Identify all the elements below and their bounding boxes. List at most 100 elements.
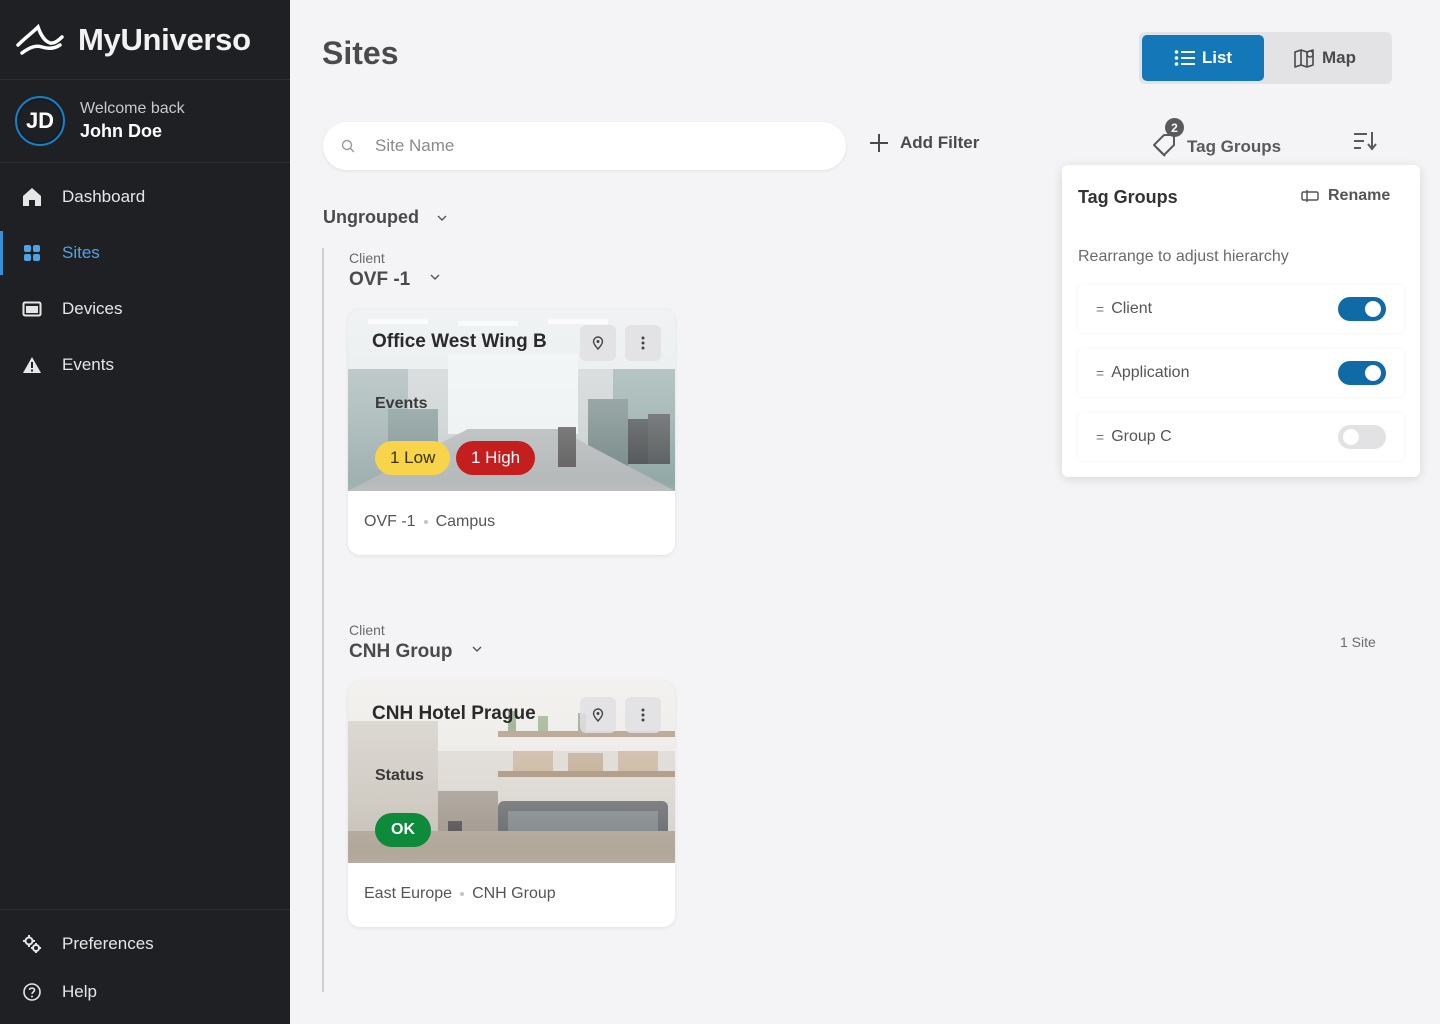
chevron-down-icon xyxy=(430,274,440,280)
tag-groups-button[interactable]: 2 Tag Groups xyxy=(1152,118,1281,158)
home-icon xyxy=(22,187,42,207)
toggle-knob xyxy=(1365,301,1381,317)
site-menu-button[interactable] xyxy=(625,325,661,361)
sidebar-nav: Dashboard Sites Devices Events xyxy=(0,163,290,393)
tree-line xyxy=(322,248,324,992)
sort-button[interactable] xyxy=(1353,130,1377,157)
client-name-text: CNH Group xyxy=(349,641,453,662)
rename-button[interactable]: Rename xyxy=(1301,187,1390,205)
sidebar-item-label: Devices xyxy=(62,299,123,318)
site-tag: OVF -1 xyxy=(364,513,416,530)
map-icon xyxy=(1294,49,1314,68)
tag-groups-panel-title: Tag Groups xyxy=(1078,187,1178,207)
rename-label: Rename xyxy=(1328,187,1391,204)
application-toggle[interactable] xyxy=(1338,361,1386,385)
site-card-cnh-hotel-prague[interactable]: CNH Hotel Prague Status OK East Europe C… xyxy=(348,681,675,927)
site-tag: East Europe xyxy=(364,885,453,902)
sidebar-item-label: Sites xyxy=(62,243,100,262)
brand-logo-icon xyxy=(16,23,64,55)
locate-site-button[interactable] xyxy=(580,697,616,733)
site-tags: East Europe CNH Group xyxy=(364,885,556,903)
site-card-office-west-wing-b[interactable]: Office West Wing B Events 1 Low 1 High O… xyxy=(348,309,675,555)
add-filter-label: Add Filter xyxy=(900,133,980,152)
drag-handle-icon[interactable]: = xyxy=(1096,366,1104,380)
high-events-badge[interactable]: 1 High xyxy=(456,441,536,475)
sidebar-item-label: Dashboard xyxy=(62,187,146,206)
help-icon xyxy=(22,982,42,1002)
ungrouped-header[interactable]: Ungrouped xyxy=(323,207,447,228)
site-tag: CNH Group xyxy=(472,885,556,902)
site-title: CNH Hotel Prague xyxy=(372,703,536,724)
status-ok-badge[interactable]: OK xyxy=(375,813,431,847)
tag-groups-panel: Tag Groups Rename Rearrange to adjust hi… xyxy=(1062,165,1420,477)
client-name-cnh[interactable]: CNH Group xyxy=(349,641,482,663)
list-icon xyxy=(1174,50,1195,66)
sidebar-bottom: Preferences Help xyxy=(0,909,290,1024)
sidebar-item-help[interactable]: Help xyxy=(0,968,290,1016)
sort-icon xyxy=(1354,132,1377,151)
add-filter-button[interactable]: Add Filter xyxy=(868,132,979,154)
list-view-label: List xyxy=(1201,48,1233,67)
rename-icon xyxy=(1301,190,1319,202)
sidebar-item-events[interactable]: Events xyxy=(0,337,290,393)
user-profile[interactable]: JD Welcome back John Doe xyxy=(0,80,290,163)
tag-groups-count-badge: 2 xyxy=(1165,118,1184,137)
gears-icon xyxy=(22,934,42,954)
map-view-label: Map xyxy=(1322,48,1356,67)
tag-group-label: Group C xyxy=(1111,428,1172,445)
page-title: Sites xyxy=(322,35,399,71)
warning-icon xyxy=(22,355,42,375)
sidebar-item-label: Help xyxy=(62,982,97,1001)
sidebar: MyUniverso JD Welcome back John Doe Dash… xyxy=(0,0,290,1024)
client-label: Client xyxy=(349,250,385,266)
toggle-knob xyxy=(1343,429,1359,445)
brand-name: MyUniverso xyxy=(78,21,251,57)
client-label: Client xyxy=(349,622,385,638)
tag-group-label: Client xyxy=(1111,300,1153,317)
sidebar-item-label: Preferences xyxy=(62,934,154,953)
separator-dot xyxy=(460,892,465,896)
low-events-badge[interactable]: 1 Low xyxy=(375,441,451,475)
device-icon xyxy=(22,299,42,319)
locate-site-button[interactable] xyxy=(580,325,616,361)
more-vertical-icon xyxy=(641,708,645,722)
tag-group-label: Application xyxy=(1111,364,1190,381)
drag-handle-icon[interactable]: = xyxy=(1096,302,1104,316)
search-icon xyxy=(341,139,355,153)
location-pin-icon xyxy=(592,336,604,350)
client-name-text: OVF -1 xyxy=(349,269,411,290)
welcome-text: Welcome back xyxy=(80,100,185,117)
chevron-down-icon xyxy=(472,646,482,652)
view-toggle: List Map xyxy=(1139,32,1392,84)
site-tag: Campus xyxy=(435,513,496,530)
sidebar-item-preferences[interactable]: Preferences xyxy=(0,920,290,968)
tag-group-item-client[interactable]: = Client xyxy=(1078,285,1404,333)
ungrouped-label: Ungrouped xyxy=(323,207,419,227)
group-c-toggle[interactable] xyxy=(1338,425,1386,449)
client-toggle[interactable] xyxy=(1338,297,1386,321)
avatar: JD xyxy=(15,96,65,146)
tag-group-item-application[interactable]: = Application xyxy=(1078,349,1404,397)
status-section-label: Status xyxy=(375,767,424,784)
drag-handle-icon[interactable]: = xyxy=(1096,430,1104,444)
site-title: Office West Wing B xyxy=(372,331,547,352)
events-section-label: Events xyxy=(375,395,428,412)
sidebar-item-label: Events xyxy=(62,355,114,374)
list-view-button[interactable]: List xyxy=(1142,35,1264,81)
tag-group-item-group-c[interactable]: = Group C xyxy=(1078,413,1404,461)
more-vertical-icon xyxy=(641,336,645,350)
map-view-button[interactable]: Map xyxy=(1264,35,1386,81)
sidebar-item-sites[interactable]: Sites xyxy=(0,225,290,281)
sidebar-item-dashboard[interactable]: Dashboard xyxy=(0,169,290,225)
tag-groups-label: Tag Groups xyxy=(1187,137,1282,156)
brand[interactable]: MyUniverso xyxy=(0,0,290,80)
separator-dot xyxy=(423,520,428,524)
sidebar-item-devices[interactable]: Devices xyxy=(0,281,290,337)
search-input[interactable] xyxy=(375,136,815,156)
client-name-ovf[interactable]: OVF -1 xyxy=(349,269,440,291)
site-menu-button[interactable] xyxy=(625,697,661,733)
user-name: John Doe xyxy=(80,121,163,141)
site-count: 1 Site xyxy=(1340,634,1376,650)
grid-icon xyxy=(22,243,42,263)
site-tags: OVF -1 Campus xyxy=(364,513,495,531)
